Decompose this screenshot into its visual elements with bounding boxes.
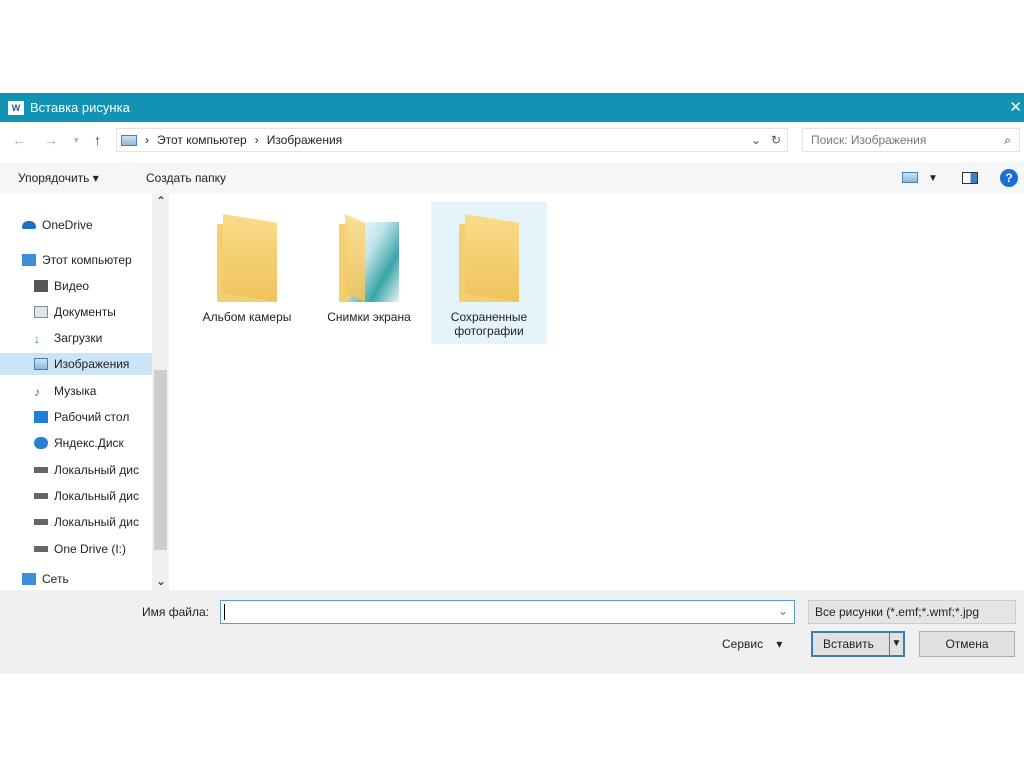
cloud-icon	[22, 221, 36, 229]
word-icon: W	[8, 100, 24, 115]
chevron-down-icon[interactable]: ⌄	[778, 604, 788, 618]
sidebar-item-label: Документы	[54, 305, 116, 319]
refresh-icon[interactable]: ↻	[771, 133, 781, 147]
folder-icon	[217, 214, 277, 302]
back-icon[interactable]: ←	[12, 132, 26, 148]
folder-name: Снимки экрана	[327, 310, 411, 324]
search-input[interactable]: Поиск: Изображения ⌕	[802, 128, 1020, 152]
path-box[interactable]: › Этот компьютер › Изображения ⌄ ↻	[116, 128, 788, 152]
breadcrumb-item[interactable]: Этот компьютер	[157, 133, 247, 147]
insert-label: Вставить	[823, 637, 874, 651]
pictures-icon	[34, 358, 48, 370]
text-cursor	[224, 604, 225, 620]
tools-label: Сервис	[722, 637, 764, 651]
folder-with-screenshots-icon	[339, 214, 399, 302]
folder-item[interactable]: Снимки экрана	[311, 202, 427, 344]
sidebar-item-label: Этот компьютер	[42, 253, 132, 267]
preview-pane-icon[interactable]	[962, 172, 978, 184]
sidebar-item-desktop[interactable]: Рабочий стол	[34, 408, 164, 426]
download-icon: ↓	[34, 332, 40, 346]
filetype-select[interactable]: Все рисунки (*.emf;*.wmf;*.jpg	[808, 600, 1016, 624]
sidebar-item-video[interactable]: Видео	[34, 277, 164, 295]
computer-icon	[22, 254, 36, 266]
folder-item-selected[interactable]: Сохраненные фотографии	[431, 202, 547, 344]
network-icon	[22, 573, 36, 585]
sidebar-item-network[interactable]: Сеть	[22, 570, 152, 588]
folder-name: Сохраненные фотографии	[450, 310, 528, 338]
search-icon: ⌕	[1004, 133, 1011, 147]
file-list: Альбом камеры Снимки экрана Сохраненные …	[172, 194, 1024, 590]
sidebar-item-label: Видео	[54, 279, 90, 293]
toolbar: Упорядочить ▾ Создать папку ▼ ?	[0, 162, 1024, 194]
sidebar-item-label: Загрузки	[54, 331, 103, 345]
insert-picture-dialog: W Вставка рисунка ✕ ← → ▾ ↑ › Этот компь…	[0, 93, 1024, 674]
folder-icon	[459, 214, 519, 302]
help-icon[interactable]: ?	[1000, 169, 1018, 187]
folder-name: Альбом камеры	[202, 310, 292, 324]
sidebar-item-label: Локальный дис	[54, 515, 139, 529]
view-dropdown-icon[interactable]: ▼	[928, 173, 938, 184]
music-icon: ♪	[34, 385, 40, 399]
scrollbar-thumb[interactable]	[154, 370, 167, 550]
sidebar-item-label: Сеть	[42, 572, 69, 586]
sidebar-item-label: Музыка	[54, 384, 97, 398]
organize-label: Упорядочить	[18, 171, 90, 185]
sidebar-item-label: One Drive (I:)	[54, 542, 127, 556]
cancel-button[interactable]: Отмена	[919, 631, 1015, 657]
drive-icon	[34, 519, 48, 525]
sidebar-item-downloads[interactable]: ↓ Загрузки	[34, 329, 164, 347]
sidebar-scrollbar[interactable]: ⌃ ⌄	[152, 194, 169, 590]
scroll-down-icon[interactable]: ⌄	[156, 574, 166, 588]
sidebar-item-onedrive[interactable]: OneDrive	[22, 216, 152, 234]
separator-icon: ›	[145, 133, 149, 147]
breadcrumb-item[interactable]: Изображения	[267, 133, 342, 147]
new-folder-button[interactable]: Создать папку	[146, 171, 226, 185]
filetype-value: Все рисунки (*.emf;*.wmf;*.jpg	[815, 605, 979, 619]
address-bar: ← → ▾ ↑ › Этот компьютер › Изображения ⌄…	[0, 128, 1024, 154]
insert-dropdown-icon[interactable]: ▼	[889, 633, 903, 655]
sidebar-item-label: Локальный дис	[54, 463, 139, 477]
sidebar-item-this-pc[interactable]: Этот компьютер	[22, 251, 152, 269]
title-bar: W Вставка рисунка ✕	[0, 93, 1024, 122]
sidebar-item-music[interactable]: ♪ Музыка	[34, 382, 164, 400]
sidebar-item-label: Рабочий стол	[54, 410, 130, 424]
sidebar-item-label: Яндекс.Диск	[54, 436, 124, 450]
sidebar-item-label: Локальный дис	[54, 489, 139, 503]
sidebar-item-onedrive-drive[interactable]: One Drive (I:)	[34, 540, 152, 558]
sidebar-item-label: Изображения	[54, 357, 130, 371]
sidebar-item-yandex-disk[interactable]: Яндекс.Диск	[34, 434, 164, 452]
pictures-icon	[121, 134, 137, 146]
navigation-pane: OneDrive Этот компьютер Видео Документы …	[0, 194, 170, 590]
tools-button[interactable]: Сервис ▾	[722, 637, 782, 651]
insert-button[interactable]: Вставить ▼	[811, 631, 905, 657]
view-icon[interactable]	[902, 172, 918, 183]
dialog-title: Вставка рисунка	[30, 100, 130, 115]
sidebar-item-label: OneDrive	[42, 218, 93, 232]
drive-icon	[34, 546, 48, 552]
filename-label: Имя файла:	[142, 605, 209, 619]
separator-icon: ›	[254, 133, 259, 147]
organize-button[interactable]: Упорядочить ▾	[18, 171, 99, 185]
scroll-up-icon[interactable]: ⌃	[156, 194, 166, 208]
sidebar-item-local-disk[interactable]: Локальный дис	[34, 513, 152, 531]
search-placeholder: Поиск: Изображения	[811, 133, 927, 147]
sidebar-item-pictures[interactable]: Изображения	[0, 353, 152, 375]
drive-icon	[34, 493, 48, 499]
close-icon[interactable]: ✕	[1009, 98, 1022, 116]
sidebar-item-documents[interactable]: Документы	[34, 303, 164, 321]
yandex-disk-icon	[34, 437, 48, 449]
recent-dropdown-icon[interactable]: ▾	[74, 135, 79, 146]
filename-input[interactable]: ⌄	[220, 600, 795, 624]
chevron-down-icon[interactable]: ⌄	[751, 133, 761, 147]
sidebar-item-local-disk[interactable]: Локальный дис	[34, 461, 152, 479]
sidebar-item-local-disk[interactable]: Локальный дис	[34, 487, 152, 505]
desktop-icon	[34, 411, 48, 423]
bottom-panel: Имя файла: ⌄ Все рисунки (*.emf;*.wmf;*.…	[0, 590, 1024, 674]
documents-icon	[34, 306, 48, 318]
drive-icon	[34, 467, 48, 473]
up-icon[interactable]: ↑	[94, 132, 101, 148]
forward-icon[interactable]: →	[44, 132, 58, 148]
folder-item[interactable]: Альбом камеры	[189, 202, 305, 344]
video-icon	[34, 280, 48, 292]
